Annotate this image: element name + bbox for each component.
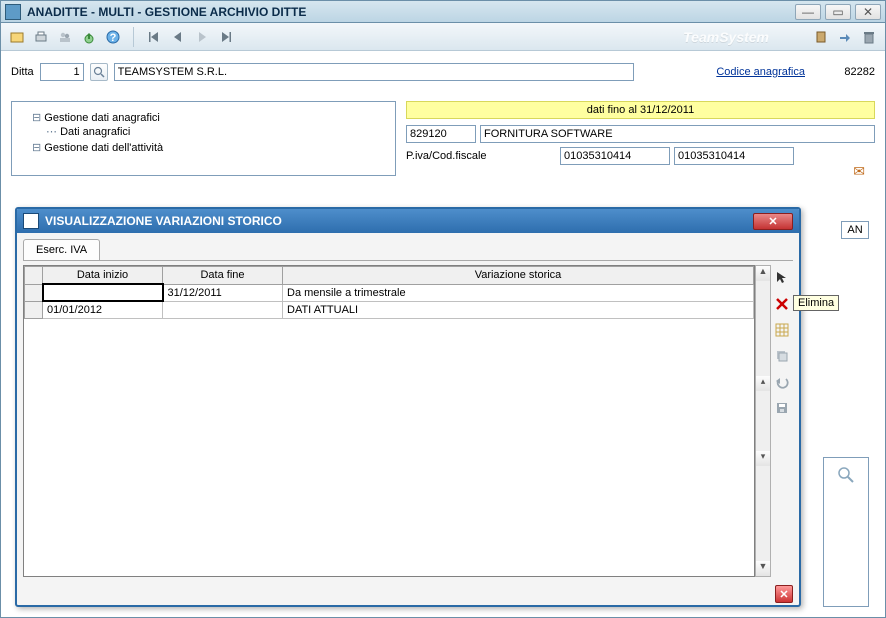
an-field[interactable] xyxy=(841,221,869,239)
lookup-button[interactable] xyxy=(90,63,108,81)
app-icon xyxy=(5,4,21,20)
close-button[interactable]: ✕ xyxy=(855,4,881,20)
users-icon[interactable] xyxy=(55,27,75,47)
tree-panel[interactable]: Gestione dati anagrafici Dati anagrafici… xyxy=(11,101,396,176)
copy-icon[interactable] xyxy=(773,347,791,365)
export-icon[interactable] xyxy=(79,27,99,47)
next-icon[interactable] xyxy=(192,27,212,47)
tree-node-anagrafici[interactable]: Gestione dati anagrafici Dati anagrafici xyxy=(32,110,389,140)
codice-value: 82282 xyxy=(821,66,875,78)
brand-label: TeamSystem xyxy=(683,29,769,45)
scroll-marker-icon: ▴ xyxy=(756,376,770,391)
activity-desc-input[interactable] xyxy=(480,125,875,143)
cell-variazione[interactable]: DATI ATTUALI xyxy=(283,301,754,319)
activity-code-input[interactable] xyxy=(406,125,476,143)
grid-rowheader-col xyxy=(25,267,43,285)
cell-data-fine[interactable] xyxy=(163,301,283,319)
pointer-icon[interactable] xyxy=(773,269,791,287)
print-icon[interactable] xyxy=(31,27,51,47)
window-title: ANADITTE - MULTI - GESTIONE ARCHIVIO DIT… xyxy=(27,5,795,19)
delete-tooltip: Elimina xyxy=(793,295,839,311)
cell-data-inizio[interactable] xyxy=(43,284,163,301)
codice-anagrafica-link[interactable]: Codice anagrafica xyxy=(716,66,805,78)
open-icon[interactable] xyxy=(7,27,27,47)
grid-row[interactable]: 31/12/2011 Da mensile a trimestrale xyxy=(25,284,754,301)
tree-leaf-dati-anagrafici[interactable]: Dati anagrafici xyxy=(46,124,389,139)
dialog-titlebar[interactable]: VISUALIZZAZIONE VARIAZIONI STORICO ✕ xyxy=(17,209,799,233)
tab-eserc-iva[interactable]: Eserc. IVA xyxy=(23,239,100,260)
ditta-id-input[interactable] xyxy=(40,63,84,81)
first-icon[interactable] xyxy=(144,27,164,47)
ditta-label: Ditta xyxy=(11,66,34,78)
cell-data-fine[interactable]: 31/12/2011 xyxy=(163,284,283,301)
scroll-up-icon[interactable]: ▲ xyxy=(756,266,770,281)
mail-icon[interactable]: ✉ xyxy=(853,163,865,180)
grid-side-toolbar: Elimina xyxy=(771,265,793,577)
scroll-down-icon[interactable]: ▼ xyxy=(756,561,770,576)
undo-icon[interactable] xyxy=(773,373,791,391)
dialog-close-button[interactable]: ✕ xyxy=(753,213,793,230)
main-titlebar: ANADITTE - MULTI - GESTIONE ARCHIVIO DIT… xyxy=(1,1,885,23)
forward-icon[interactable] xyxy=(835,27,855,47)
col-variazione[interactable]: Variazione storica xyxy=(283,267,754,285)
cell-data-inizio[interactable]: 01/01/2012 xyxy=(43,301,163,319)
grid-scrollbar[interactable]: ▲ ▴ ▾ ▼ xyxy=(755,265,771,577)
last-icon[interactable] xyxy=(216,27,236,47)
side-search-panel xyxy=(823,457,869,607)
maximize-button[interactable]: ▭ xyxy=(825,4,851,20)
grid-row[interactable]: 01/01/2012 DATI ATTUALI xyxy=(25,301,754,319)
col-data-inizio[interactable]: Data inizio xyxy=(43,267,163,285)
minimize-button[interactable]: — xyxy=(795,4,821,20)
dialog-footer-close-button[interactable]: ✕ xyxy=(775,585,793,603)
clipboard-icon[interactable] xyxy=(811,27,831,47)
piva-input[interactable] xyxy=(560,147,670,165)
grid-icon[interactable] xyxy=(773,321,791,339)
scroll-marker-icon: ▾ xyxy=(756,451,770,466)
tree-node-attivita[interactable]: Gestione dati dell'attività xyxy=(32,140,389,155)
ditta-name-input[interactable] xyxy=(114,63,634,81)
col-data-fine[interactable]: Data fine xyxy=(163,267,283,285)
help-icon[interactable]: ? xyxy=(103,27,123,47)
dialog-variazioni-storico: VISUALIZZAZIONE VARIAZIONI STORICO ✕ Ese… xyxy=(15,207,801,607)
history-grid[interactable]: Data inizio Data fine Variazione storica… xyxy=(23,265,755,577)
save-icon[interactable] xyxy=(773,399,791,417)
prev-icon[interactable] xyxy=(168,27,188,47)
dialog-title: VISUALIZZAZIONE VARIAZIONI STORICO xyxy=(45,214,753,228)
delete-icon[interactable] xyxy=(773,295,791,313)
trash-icon[interactable] xyxy=(859,27,879,47)
toolbar: ? TeamSystem xyxy=(1,23,885,51)
cell-variazione[interactable]: Da mensile a trimestrale xyxy=(283,284,754,301)
svg-text:?: ? xyxy=(110,32,117,44)
piva-label: P.iva/Cod.fiscale xyxy=(406,148,556,164)
dialog-app-icon xyxy=(23,213,39,229)
search-icon[interactable] xyxy=(837,466,855,484)
codfiscale-input[interactable] xyxy=(674,147,794,165)
search-icon xyxy=(93,66,105,78)
dati-fino-banner: dati fino al 31/12/2011 xyxy=(406,101,875,119)
